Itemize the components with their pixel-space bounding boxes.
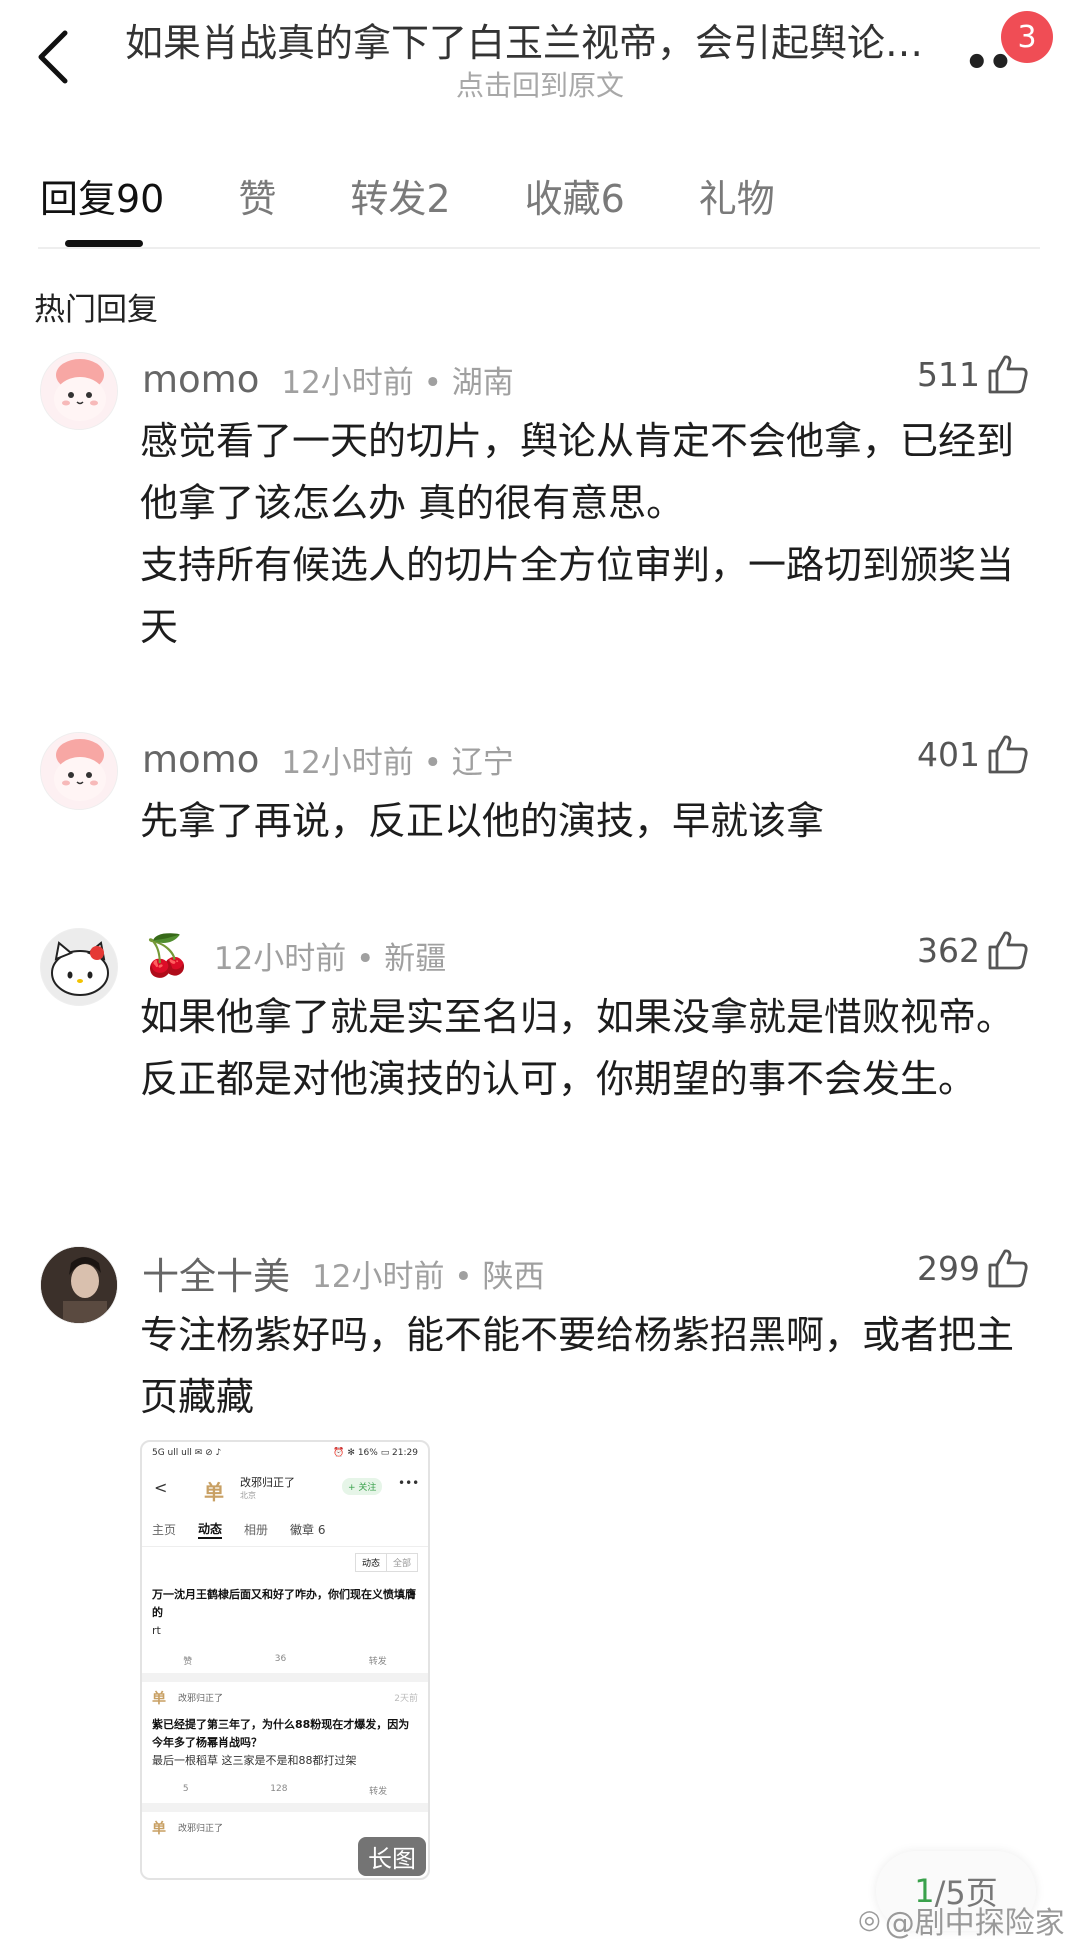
username[interactable]: 🍒 <box>142 932 192 979</box>
avatar[interactable] <box>40 352 118 430</box>
like-button[interactable]: 299 <box>917 1246 1030 1290</box>
like-button[interactable]: 362 <box>917 928 1030 972</box>
thumbs-up-icon <box>988 1249 1028 1288</box>
screenshot-post: 万一沈月王鹤棣后面又和好了咋办，你们现在义愤填膺的 rt <box>152 1588 416 1637</box>
screenshot-post: 紫已经提了第三年了，为什么88粉现在才爆发，因为今年多了杨幂肖战吗？ 最后一根稻… <box>152 1718 410 1767</box>
comment-time-location: 12小时前 • 湖南 <box>281 364 514 401</box>
username[interactable]: momo <box>142 738 259 781</box>
long-image-tag: 长图 <box>358 1837 426 1876</box>
screenshot-tabs: 主页 动态 相册 徽章 6 <box>152 1521 326 1539</box>
weibo-icon: ◎ <box>858 1905 881 1935</box>
like-button[interactable]: 511 <box>917 352 1030 396</box>
follow-button: + 关注 <box>342 1478 383 1495</box>
like-count: 511 <box>917 354 980 394</box>
avatar[interactable] <box>40 1246 118 1324</box>
username[interactable]: 十全十美 <box>142 1246 290 1300</box>
back-to-original-link[interactable]: 点击回到原文 <box>0 64 1080 104</box>
hot-replies-heading: 热门回复 <box>34 292 158 328</box>
thumbs-up-icon <box>988 355 1028 394</box>
hello-kitty-avatar-icon <box>41 929 117 1005</box>
chevron-left-icon: < <box>154 1478 168 1497</box>
thumbs-up-icon <box>988 931 1028 970</box>
thumbs-up-icon <box>988 735 1028 774</box>
tab-likes[interactable]: 赞 <box>238 168 276 228</box>
active-tab-indicator <box>65 240 143 247</box>
like-count: 299 <box>917 1248 980 1288</box>
avatar: 单 <box>204 1480 224 1504</box>
screenshot-filter: 动态 全部 <box>142 1547 428 1578</box>
divider <box>38 247 1040 249</box>
comment-time-location: 12小时前 • 新疆 <box>213 940 447 977</box>
screenshot-post-actions: 赞 36 转发 <box>183 1654 387 1667</box>
comment-time-location: 12小时前 • 辽宁 <box>281 744 514 781</box>
avatar[interactable] <box>40 928 118 1006</box>
avatar[interactable] <box>40 732 118 810</box>
notification-badge[interactable]: 3 <box>1001 11 1053 63</box>
pink-cartoon-avatar-icon <box>41 733 117 809</box>
comment-text: 感觉看了一天的切片，舆论从肯定不会他拿，已经到他拿了该怎么办 真的很有意思。 支… <box>140 419 1015 649</box>
like-button[interactable]: 401 <box>917 732 1030 776</box>
screenshot-post-user: 单 改邪归正了 2天前 <box>152 1691 418 1707</box>
comment-text: 先拿了再说，反正以他的演技，早就该拿 <box>140 799 825 843</box>
comment-text: 如果他拿了就是实至名归，如果没拿就是惜败视帝。反正都是对他演技的认可，你期望的事… <box>140 995 1015 1101</box>
like-count: 362 <box>917 930 980 970</box>
comment-time-location: 12小时前 • 陕西 <box>312 1258 545 1295</box>
screenshot-post-actions: 5 128 转发 <box>182 1784 388 1797</box>
tab-reposts[interactable]: 转发2 <box>350 168 450 228</box>
screenshot-status-bar: 5G ull ull ✉ ⊘ ♪ ⏰ ✻ 16% ▭ 21:29 <box>152 1448 418 1458</box>
header: 如果肖战真的拿下了白玉兰视帝，会引起舆论… 点击回到原文 •• 3 <box>0 0 1080 120</box>
comment-meta: momo 12小时前 • 辽宁 <box>142 734 514 784</box>
comment-meta: momo 12小时前 • 湖南 <box>142 354 514 404</box>
more-icon: ••• <box>398 1476 420 1490</box>
username[interactable]: momo <box>142 358 259 401</box>
tab-gifts[interactable]: 礼物 <box>699 168 775 228</box>
screenshot-post-user: 单 改邪归正了 <box>152 1821 224 1837</box>
screenshot-profile-header: < 单 改邪归正了 北京 + 关注 ••• <box>154 1476 420 1504</box>
tab-bar: 回复90 赞 转发2 收藏6 礼物 <box>40 168 849 228</box>
embedded-screenshot[interactable]: 5G ull ull ✉ ⊘ ♪ ⏰ ✻ 16% ▭ 21:29 < 单 改邪归… <box>140 1440 430 1880</box>
like-count: 401 <box>917 734 980 774</box>
comment-meta: 🍒 12小时前 • 新疆 <box>142 930 446 980</box>
comment-text: 专注杨紫好吗，能不能不要给杨紫招黑啊，或者把主页藏藏 <box>140 1313 1015 1419</box>
post-title[interactable]: 如果肖战真的拿下了白玉兰视帝，会引起舆论… <box>125 12 955 67</box>
comment-meta: 十全十美 12小时前 • 陕西 <box>142 1248 544 1298</box>
pink-cartoon-avatar-icon <box>41 353 117 429</box>
tab-favorites[interactable]: 收藏6 <box>525 168 625 228</box>
tab-replies[interactable]: 回复90 <box>40 168 164 228</box>
user-photo-avatar-icon <box>41 1247 117 1323</box>
watermark: ◎ @剧中探险家 <box>858 1905 1065 1941</box>
